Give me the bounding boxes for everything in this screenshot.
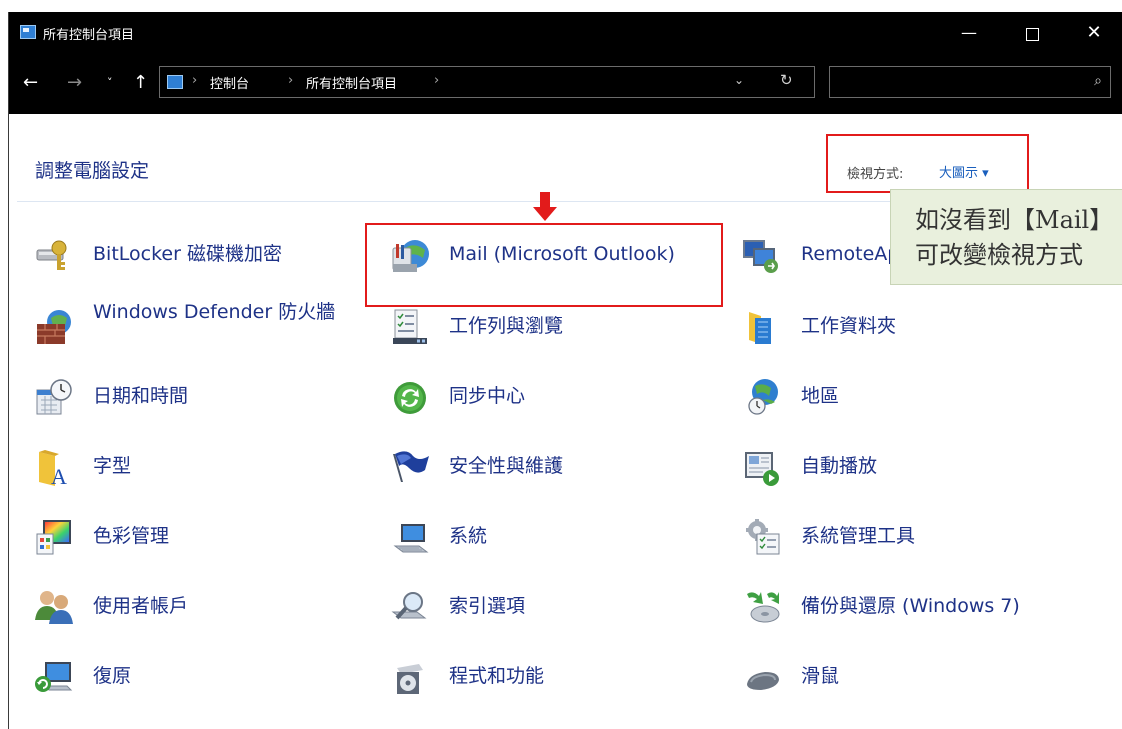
- item-label: 地區: [801, 385, 840, 407]
- control-panel-window: 所有控制台項目 — ✕ ← → ˅ ↑ › 控制台 › 所有控制台項目 › ⌄ …: [8, 12, 1122, 729]
- item-label: 系統管理工具: [801, 525, 916, 547]
- content-area: 調整電腦設定 檢視方式: 大圖示 ▾ BitLocker 磁碟機加密 Mail …: [9, 114, 1122, 729]
- item-label: 備份與還原 (Windows 7): [801, 595, 1020, 617]
- user-accounts-icon: [35, 591, 73, 624]
- item-autoplay[interactable]: 自動播放: [741, 438, 1071, 494]
- breadcrumb-separator[interactable]: ›: [434, 73, 439, 88]
- remoteapp-icon: [743, 240, 778, 273]
- date-time-icon: [36, 379, 72, 415]
- item-label: 系統: [449, 525, 488, 547]
- search-icon[interactable]: ⌕: [1094, 73, 1102, 89]
- back-button[interactable]: ←: [23, 72, 38, 94]
- view-by-dropdown[interactable]: 大圖示 ▾: [939, 162, 989, 181]
- item-bitlocker[interactable]: BitLocker 磁碟機加密: [33, 226, 363, 282]
- system-icon: [393, 524, 429, 553]
- item-label: 復原: [93, 665, 132, 687]
- item-label: 日期和時間: [93, 385, 189, 407]
- backup-restore-icon: [747, 592, 780, 623]
- item-label: 工作列與瀏覽: [449, 315, 564, 337]
- breadcrumb-separator[interactable]: ›: [288, 73, 293, 88]
- recovery-icon: [35, 662, 73, 692]
- item-region[interactable]: 地區: [741, 368, 1071, 424]
- item-taskbar[interactable]: 工作列與瀏覽: [389, 298, 719, 354]
- item-color-management[interactable]: 色彩管理: [33, 508, 363, 564]
- minimize-button[interactable]: —: [946, 18, 992, 48]
- recent-locations-button[interactable]: ˅: [107, 72, 113, 94]
- item-mouse[interactable]: 滑鼠: [741, 648, 1071, 704]
- region-icon: [748, 379, 778, 415]
- fonts-icon: A: [39, 450, 67, 488]
- address-bar: ← → ˅ ↑ › 控制台 › 所有控制台項目 › ⌄ ↻ ⌕: [9, 54, 1122, 114]
- item-label: 自動播放: [801, 455, 878, 477]
- firewall-icon: [37, 310, 71, 344]
- mouse-icon: [747, 672, 779, 690]
- item-indexing[interactable]: 索引選項: [389, 578, 719, 634]
- item-label: 安全性與維護: [449, 455, 564, 477]
- item-label: 索引選項: [449, 595, 526, 617]
- mail-icon: [392, 240, 429, 272]
- item-label: 色彩管理: [93, 525, 170, 547]
- item-sync-center[interactable]: 同步中心: [389, 368, 719, 424]
- view-by-label: 檢視方式:: [847, 167, 904, 182]
- indexing-icon: [391, 592, 427, 620]
- item-label: Windows Defender 防火牆: [93, 301, 336, 323]
- maximize-icon: [1025, 28, 1039, 41]
- red-down-arrow: [533, 192, 557, 222]
- item-label: 同步中心: [449, 385, 526, 407]
- page-title: 調整電腦設定: [35, 160, 150, 182]
- item-user-accounts[interactable]: 使用者帳戶: [33, 578, 363, 634]
- taskbar-icon: [393, 309, 427, 344]
- color-management-icon: [36, 520, 71, 555]
- up-button[interactable]: ↑: [133, 72, 148, 94]
- forward-button[interactable]: →: [67, 72, 82, 94]
- item-backup-restore[interactable]: 備份與還原 (Windows 7): [741, 578, 1071, 634]
- address-dropdown-button[interactable]: ⌄: [734, 73, 744, 87]
- breadcrumb-all-items[interactable]: 所有控制台項目: [306, 73, 397, 92]
- item-recovery[interactable]: 復原: [33, 648, 363, 704]
- admin-tools-icon: [746, 519, 780, 555]
- title-bar: 所有控制台項目 — ✕: [9, 12, 1122, 54]
- item-label: 滑鼠: [801, 665, 840, 687]
- item-label: 程式和功能: [449, 665, 545, 687]
- item-mail[interactable]: Mail (Microsoft Outlook): [389, 226, 719, 282]
- close-button[interactable]: ✕: [1071, 18, 1117, 48]
- breadcrumb-separator[interactable]: ›: [192, 73, 197, 88]
- item-work-folders[interactable]: 工作資料夾: [741, 298, 1071, 354]
- item-label: 使用者帳戶: [93, 595, 189, 617]
- item-label: Mail (Microsoft Outlook): [449, 243, 675, 265]
- tooltip-line-1: 如沒看到【Mail】: [915, 206, 1114, 234]
- autoplay-icon: [745, 452, 779, 486]
- item-fonts[interactable]: A 字型: [33, 438, 363, 494]
- item-system[interactable]: 系統: [389, 508, 719, 564]
- refresh-button[interactable]: ↻: [780, 71, 793, 89]
- security-flag-icon: [393, 451, 429, 482]
- item-label: BitLocker 磁碟機加密: [93, 243, 282, 265]
- control-panel-icon: [20, 25, 36, 39]
- item-admin-tools[interactable]: 系統管理工具: [741, 508, 1071, 564]
- window-title: 所有控制台項目: [43, 28, 135, 43]
- maximize-button[interactable]: [1009, 18, 1055, 48]
- work-folders-icon: [749, 312, 771, 344]
- search-input[interactable]: ⌕: [829, 66, 1111, 98]
- breadcrumb-control-panel[interactable]: 控制台: [210, 73, 249, 92]
- svg-text:A: A: [51, 464, 67, 488]
- tooltip-callout: 如沒看到【Mail】 可改變檢視方式: [890, 189, 1122, 285]
- bitlocker-icon: [36, 240, 67, 270]
- item-label: 字型: [93, 455, 132, 477]
- item-label: 工作資料夾: [801, 315, 897, 337]
- tooltip-line-2: 可改變檢視方式: [915, 241, 1083, 269]
- control-panel-icon: [167, 75, 183, 89]
- item-date-time[interactable]: 日期和時間: [33, 368, 363, 424]
- programs-icon: [397, 664, 423, 694]
- item-firewall[interactable]: Windows Defender 防火牆: [33, 298, 363, 354]
- address-field[interactable]: › 控制台 › 所有控制台項目 › ⌄ ↻: [159, 66, 815, 98]
- item-programs-features[interactable]: 程式和功能: [389, 648, 719, 704]
- item-security-maintenance[interactable]: 安全性與維護: [389, 438, 719, 494]
- sync-center-icon: [394, 382, 426, 414]
